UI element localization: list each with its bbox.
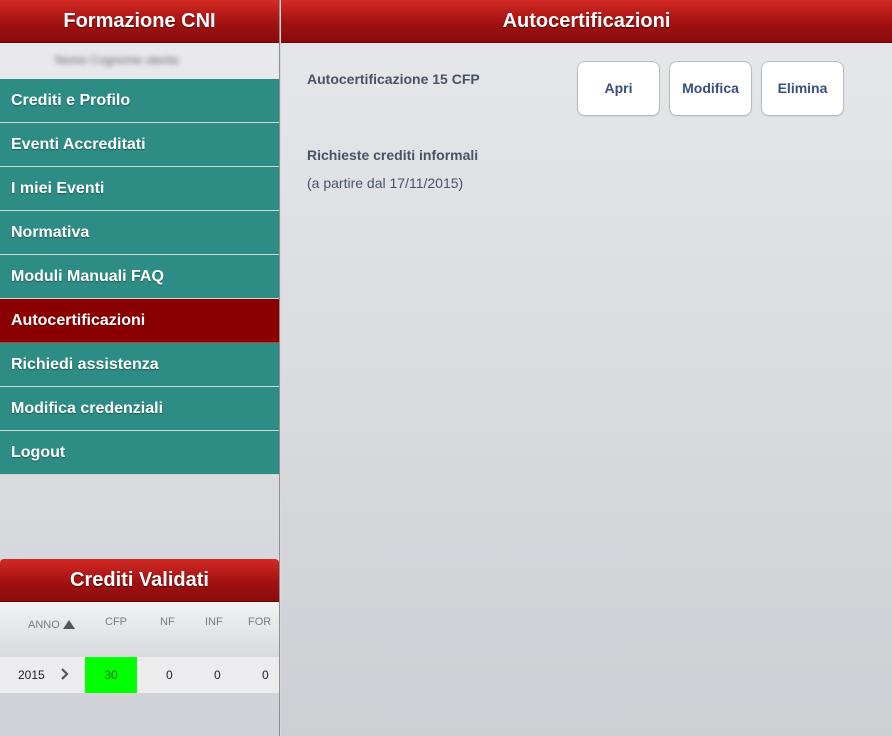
column-for: FOR — [248, 616, 272, 628]
informal-credits-title: Richieste crediti informali — [307, 147, 479, 163]
app-title: Formazione CNI — [0, 0, 279, 43]
sidebar: Formazione CNI Nome Cognome utente Credi… — [0, 0, 280, 736]
nav-item-richiedi-assistenza[interactable]: Richiedi assistenza — [0, 343, 279, 387]
chevron-right-icon[interactable] — [58, 666, 72, 682]
nav-item-miei-eventi[interactable]: I miei Eventi — [0, 167, 279, 211]
nav-item-normativa[interactable]: Normativa — [0, 211, 279, 255]
informal-credits-note: (a partire dal 17/11/2015) — [307, 175, 464, 191]
credits-table: ANNO CFP NF INF FOR 2015 30 0 0 0 — [0, 602, 279, 693]
delete-button[interactable]: Elimina — [761, 61, 844, 116]
column-anno-label: ANNO — [28, 619, 60, 631]
credits-row[interactable]: 2015 30 0 0 0 — [0, 657, 279, 693]
credits-panel-title: Crediti Validati — [0, 559, 279, 602]
column-inf: INF — [205, 616, 223, 628]
column-nf: NF — [160, 616, 175, 628]
sidebar-nav: Crediti e Profilo Eventi Accreditati I m… — [0, 79, 279, 475]
nav-item-logout[interactable]: Logout — [0, 431, 279, 475]
open-button[interactable]: Apri — [577, 61, 660, 116]
credits-row-for: 0 — [262, 668, 269, 682]
credits-row-inf: 0 — [214, 668, 221, 682]
autocert-item-label: Autocertificazione 15 CFP — [307, 71, 480, 87]
nav-item-autocertificazioni[interactable]: Autocertificazioni — [0, 299, 279, 343]
nav-item-crediti-profilo[interactable]: Crediti e Profilo — [0, 79, 279, 123]
credits-row-nf: 0 — [166, 668, 173, 682]
nav-item-moduli-manuali-faq[interactable]: Moduli Manuali FAQ — [0, 255, 279, 299]
sort-up-icon — [62, 620, 75, 629]
main-panel: Autocertificazioni Autocertificazione 15… — [281, 0, 892, 736]
credits-table-header: ANNO CFP NF INF FOR — [0, 602, 279, 657]
nav-item-modifica-credenziali[interactable]: Modifica credenziali — [0, 387, 279, 431]
edit-button[interactable]: Modifica — [669, 61, 752, 116]
user-info: Nome Cognome utente — [0, 43, 279, 79]
column-anno[interactable]: ANNO — [28, 619, 75, 631]
user-name: Nome Cognome utente — [55, 53, 180, 67]
credits-row-anno: 2015 — [18, 668, 45, 682]
column-cfp: CFP — [105, 616, 127, 628]
credits-row-cfp: 30 — [85, 657, 137, 693]
nav-item-eventi-accreditati[interactable]: Eventi Accreditati — [0, 123, 279, 167]
page-title: Autocertificazioni — [281, 0, 892, 43]
